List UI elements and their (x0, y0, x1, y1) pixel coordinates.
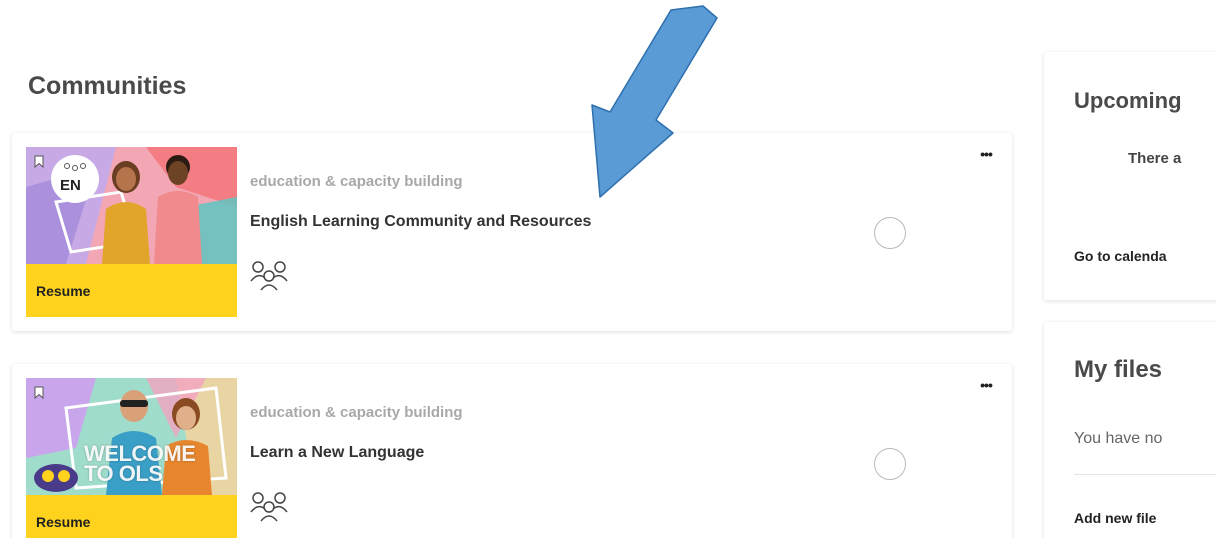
bookmark-icon[interactable] (34, 155, 44, 168)
progress-circle-icon[interactable] (874, 448, 906, 480)
language-badge: EN (51, 155, 99, 203)
upcoming-panel: Upcoming There a Go to calenda (1044, 52, 1216, 300)
community-card[interactable]: EN Resume education & capacity building … (12, 133, 1012, 331)
add-file-link[interactable]: Add new file (1074, 510, 1156, 526)
page: Communities EN Resume education & capaci… (0, 0, 1216, 538)
group-icon (250, 261, 288, 291)
group-icon (250, 492, 288, 522)
upcoming-title: Upcoming (1074, 88, 1182, 113)
files-panel: My files You have no Add new file (1044, 322, 1216, 538)
community-category: education & capacity building (250, 404, 463, 421)
more-options-button[interactable]: ••• (976, 147, 996, 165)
progress-circle-icon[interactable] (874, 217, 906, 249)
files-empty-text: You have no (1074, 430, 1163, 447)
group-mini-icon (64, 163, 86, 171)
resume-label: Resume (36, 283, 91, 299)
more-options-button[interactable]: ••• (976, 378, 996, 396)
badge-label: EN (60, 177, 81, 194)
files-title: My files (1074, 356, 1163, 383)
community-card[interactable]: WELCOME TO OLS Resume education & capaci… (12, 364, 1012, 538)
resume-label: Resume (36, 514, 91, 530)
thumbnail-caption: WELCOME TO OLS (84, 441, 196, 486)
divider (1074, 474, 1216, 475)
community-category: education & capacity building (250, 173, 463, 190)
community-title-link[interactable]: Learn a New Language (250, 444, 424, 462)
bookmark-icon[interactable] (34, 386, 44, 399)
arrow-annotation (591, 5, 718, 198)
resume-button[interactable]: Resume (26, 264, 237, 317)
resume-button[interactable]: Resume (26, 495, 237, 538)
upcoming-empty-text: There a (1128, 150, 1182, 167)
community-thumbnail[interactable]: WELCOME TO OLS Resume (26, 378, 237, 538)
community-thumbnail[interactable]: EN Resume (26, 147, 237, 317)
community-title-link[interactable]: English Learning Community and Resources (250, 213, 591, 231)
section-title: Communities (28, 72, 187, 100)
calendar-link[interactable]: Go to calenda (1074, 248, 1167, 264)
